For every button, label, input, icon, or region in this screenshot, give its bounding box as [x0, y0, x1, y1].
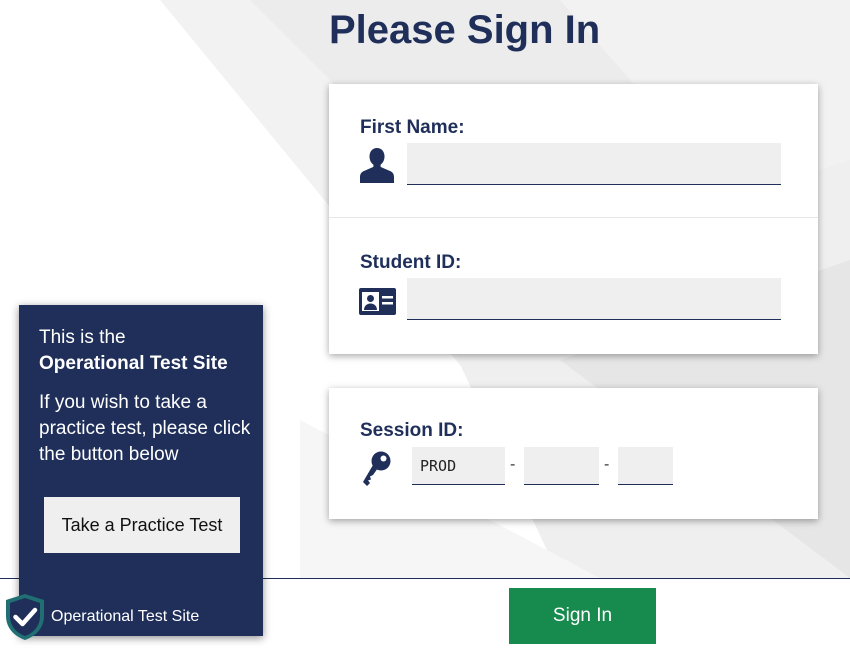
page-title: Please Sign In: [329, 8, 601, 52]
first-name-input[interactable]: [407, 143, 781, 185]
session-id-separator: -: [604, 456, 610, 473]
person-icon: [359, 146, 395, 189]
credentials-card: First Name: Student ID:: [329, 84, 818, 354]
session-id-separator: -: [510, 456, 516, 473]
first-name-section: First Name:: [329, 84, 818, 217]
session-id-label: Session ID:: [360, 420, 464, 441]
take-practice-test-button[interactable]: Take a Practice Test: [44, 497, 240, 553]
session-id-part3-input[interactable]: [618, 447, 673, 485]
student-id-input[interactable]: [407, 278, 781, 320]
session-id-part2-input[interactable]: [524, 447, 599, 485]
info-description: If you wish to take a practice test, ple…: [39, 392, 251, 465]
id-card-icon: [359, 288, 396, 320]
sign-in-button[interactable]: Sign In: [509, 588, 656, 644]
info-site-name: Operational Test Site: [39, 353, 228, 374]
key-icon: [361, 450, 393, 493]
session-id-part1-input[interactable]: [412, 447, 505, 485]
operational-site-panel: This is the Operational Test Site If you…: [19, 305, 263, 636]
footer-site-label: Operational Test Site: [51, 608, 200, 625]
first-name-label: First Name:: [360, 117, 465, 138]
shield-check-icon: [4, 593, 46, 646]
info-intro-text: This is the: [39, 327, 126, 348]
student-id-section: Student ID:: [329, 218, 818, 354]
student-id-label: Student ID:: [360, 252, 462, 273]
session-card: Session ID: - -: [329, 388, 818, 519]
